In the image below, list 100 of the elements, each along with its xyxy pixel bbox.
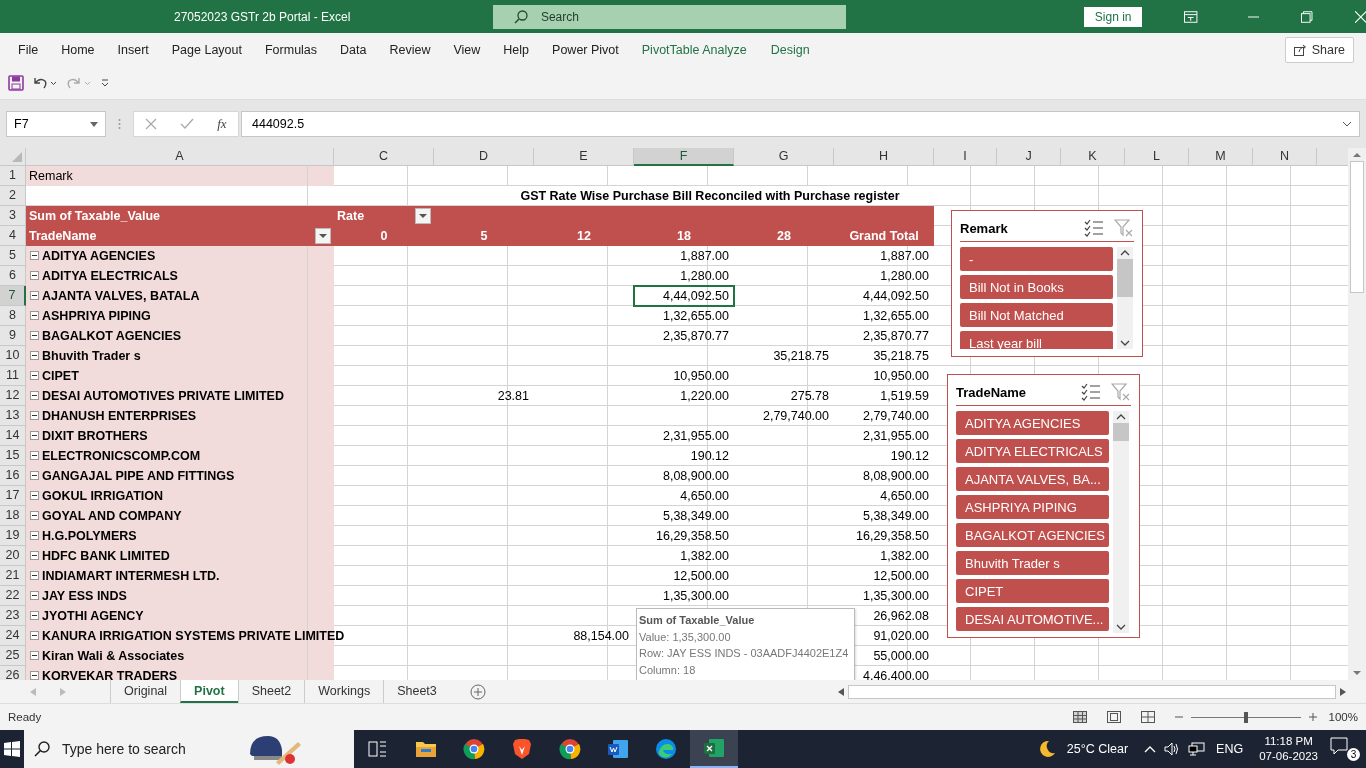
- filter-dropdown-icon[interactable]: [415, 208, 431, 224]
- collapse-icon[interactable]: [30, 611, 39, 620]
- collapse-icon[interactable]: [30, 491, 39, 500]
- slicer-item[interactable]: Bill Not Matched: [960, 303, 1113, 327]
- scrollbar-thumb[interactable]: [1350, 161, 1364, 293]
- zoom-level[interactable]: 100%: [1328, 711, 1358, 723]
- collapse-icon[interactable]: [30, 431, 39, 440]
- ribbon-tab[interactable]: PivotTable Analyze: [631, 42, 757, 57]
- slicer-item[interactable]: -: [960, 247, 1113, 271]
- slicer-item[interactable]: ASHPRIYA PIPING: [956, 495, 1109, 519]
- row-number[interactable]: 8: [0, 306, 26, 326]
- close-icon[interactable]: [1354, 10, 1366, 23]
- collapse-icon[interactable]: [30, 411, 39, 420]
- column-header[interactable]: L: [1125, 148, 1189, 166]
- row-number[interactable]: 18: [0, 506, 26, 526]
- column-header[interactable]: G: [734, 148, 834, 166]
- row-number[interactable]: 15: [0, 446, 26, 466]
- name-box[interactable]: F7: [6, 111, 106, 137]
- row-number[interactable]: 11: [0, 366, 26, 386]
- collapse-icon[interactable]: [30, 671, 39, 680]
- minimize-icon[interactable]: [1247, 15, 1259, 18]
- scroll-up-icon[interactable]: [1352, 152, 1362, 158]
- column-header[interactable]: I: [934, 148, 997, 166]
- search-field[interactable]: Search: [492, 4, 847, 29]
- filter-dropdown-icon[interactable]: [315, 228, 331, 244]
- collapse-icon[interactable]: [30, 291, 39, 300]
- multi-select-icon[interactable]: [1084, 219, 1104, 237]
- row-number[interactable]: 9: [0, 326, 26, 346]
- row-number[interactable]: 2: [0, 186, 26, 206]
- ribbon-tab[interactable]: Data: [330, 42, 377, 57]
- row-number[interactable]: 1: [0, 166, 26, 186]
- collapse-icon[interactable]: [30, 311, 39, 320]
- row-number[interactable]: 5: [0, 246, 26, 266]
- collapse-icon[interactable]: [30, 251, 39, 260]
- scrollbar-thumb[interactable]: [1117, 259, 1133, 297]
- language-indicator[interactable]: ENG: [1216, 742, 1244, 756]
- scroll-up-icon[interactable]: [1120, 250, 1130, 256]
- row-number[interactable]: 26: [0, 666, 26, 680]
- zoom-in-icon[interactable]: [1308, 713, 1317, 721]
- row-number[interactable]: 25: [0, 646, 26, 666]
- formula-input[interactable]: 444092.5: [241, 111, 1360, 137]
- enter-check-icon[interactable]: [180, 118, 195, 130]
- collapse-icon[interactable]: [30, 471, 39, 480]
- scrollbar-thumb[interactable]: [1113, 423, 1129, 441]
- slicer-item[interactable]: DESAI AUTOMOTIVE...: [956, 607, 1109, 631]
- row-number[interactable]: 19: [0, 526, 26, 546]
- chevron-up-icon[interactable]: [1144, 745, 1157, 753]
- taskbar-app[interactable]: [690, 730, 738, 768]
- column-header[interactable]: M: [1189, 148, 1253, 166]
- row-number[interactable]: 12: [0, 386, 26, 406]
- row-number[interactable]: 10: [0, 346, 26, 366]
- row-number[interactable]: 22: [0, 586, 26, 606]
- collapse-icon[interactable]: [30, 511, 39, 520]
- save-icon[interactable]: [8, 74, 24, 91]
- page-layout-icon[interactable]: [1106, 711, 1121, 723]
- sheet-tab[interactable]: Workings: [304, 680, 384, 703]
- column-header[interactable]: J: [997, 148, 1061, 166]
- slicer-item[interactable]: Bhuvith Trader s: [956, 551, 1109, 575]
- column-header[interactable]: D: [434, 148, 534, 166]
- ribbon-tab[interactable]: Formulas: [254, 42, 328, 57]
- sheet-tab[interactable]: Pivot: [180, 680, 238, 703]
- column-header[interactable]: H: [834, 148, 934, 166]
- scroll-down-icon[interactable]: [1116, 624, 1126, 630]
- collapse-icon[interactable]: [30, 551, 39, 560]
- column-header[interactable]: A: [26, 148, 334, 166]
- collapse-icon[interactable]: [30, 451, 39, 460]
- scroll-down-icon[interactable]: [1352, 670, 1362, 676]
- ribbon-display-icon[interactable]: [1184, 10, 1198, 23]
- speaker-icon[interactable]: [1164, 742, 1181, 756]
- collapse-icon[interactable]: [30, 531, 39, 540]
- row-number[interactable]: 14: [0, 426, 26, 446]
- collapse-icon[interactable]: [30, 571, 39, 580]
- row-number[interactable]: 6: [0, 266, 26, 286]
- slicer-item[interactable]: BAGALKOT AGENCIES: [956, 523, 1109, 547]
- row-number[interactable]: 3: [0, 206, 26, 226]
- collapse-icon[interactable]: [30, 391, 39, 400]
- windows-start-icon[interactable]: [4, 741, 20, 757]
- ribbon-tab[interactable]: Design: [760, 42, 820, 57]
- collapse-icon[interactable]: [30, 271, 39, 280]
- notification-button[interactable]: 3: [1330, 737, 1358, 761]
- slicer-item[interactable]: CIPET: [956, 579, 1109, 603]
- sign-in-button[interactable]: Sign in: [1084, 6, 1143, 27]
- network-icon[interactable]: [1188, 742, 1207, 756]
- slicer-scrollbar[interactable]: [1113, 411, 1129, 633]
- clock[interactable]: 11:18 PM 07-06-2023: [1259, 734, 1318, 764]
- normal-view-icon[interactable]: [1072, 711, 1087, 723]
- collapse-icon[interactable]: [30, 651, 39, 660]
- vertical-scrollbar[interactable]: [1348, 148, 1366, 680]
- row-number[interactable]: 7: [0, 286, 26, 306]
- slicer-item[interactable]: ADITYA ELECTRICALS: [956, 439, 1109, 463]
- collapse-icon[interactable]: [30, 371, 39, 380]
- ribbon-tab[interactable]: Review: [379, 42, 441, 57]
- scroll-left-icon[interactable]: [838, 687, 844, 696]
- collapse-icon[interactable]: [30, 631, 39, 640]
- multi-select-icon[interactable]: [1081, 383, 1101, 401]
- zoom-slider-thumb[interactable]: [1243, 711, 1248, 723]
- column-header[interactable]: C: [334, 148, 434, 166]
- row-number[interactable]: 23: [0, 606, 26, 626]
- row-number[interactable]: 17: [0, 486, 26, 506]
- slicer-item[interactable]: Bill Not in Books: [960, 275, 1113, 299]
